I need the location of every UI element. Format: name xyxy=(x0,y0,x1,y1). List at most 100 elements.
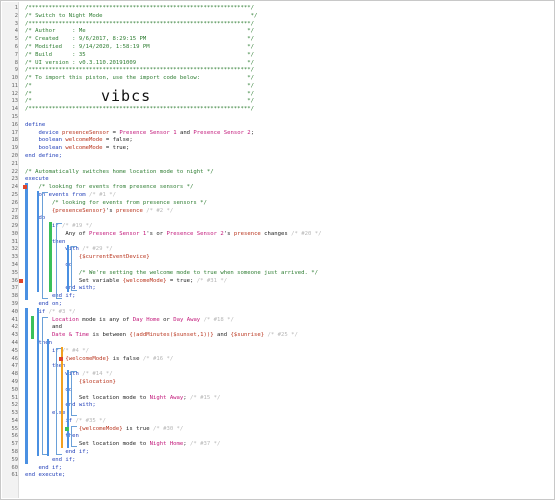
code-line: /***************************************… xyxy=(25,105,254,113)
line-number: 50 xyxy=(11,386,19,393)
line-number: 6 xyxy=(14,43,18,50)
line-number: 15 xyxy=(11,114,19,121)
code-token[interactable]: {welcomeMode} xyxy=(123,278,167,284)
on-events-bar xyxy=(37,190,39,293)
code-token: /* looking for events from presence sens… xyxy=(25,184,194,191)
else-bar xyxy=(67,416,69,449)
line-number: 25 xyxy=(11,191,19,198)
line-number: 54 xyxy=(11,417,19,424)
code-token: /* #35 */ xyxy=(75,417,106,424)
code-token[interactable]: presence xyxy=(116,208,143,214)
code-token[interactable]: Presence Sensor 2 xyxy=(166,231,223,237)
line-number: 31 xyxy=(11,238,19,245)
code-token: /* Author : Me */ xyxy=(25,28,255,35)
code-line: /***************************************… xyxy=(25,66,254,74)
condition-false-marker xyxy=(59,356,63,361)
code-token: define xyxy=(25,121,46,128)
line-number: 52 xyxy=(11,402,19,409)
code-token: /* #15 */ xyxy=(190,394,221,401)
code-line: /* UI version : v0.3.110.20191009 */ xyxy=(25,59,254,67)
code-token: /* Modified : 9/14/2020, 1:58:19 PM */ xyxy=(25,43,255,50)
condition-true-marker xyxy=(65,426,69,431)
code-token: /* #2 */ xyxy=(146,207,174,214)
line-number: 29 xyxy=(11,223,19,230)
code-token[interactable]: Day Away xyxy=(173,317,200,323)
code-token: /***************************************… xyxy=(25,67,255,74)
code-line: /* Modified : 9/14/2020, 1:58:19 PM */ xyxy=(25,43,254,51)
code-token[interactable]: Presence Sensor 1 xyxy=(119,130,176,136)
code-token: = xyxy=(109,129,120,136)
line-number: 22 xyxy=(11,168,19,175)
code-token[interactable]: Presence Sensor 1 xyxy=(89,231,146,237)
code-token: = true; xyxy=(102,145,130,152)
code-token[interactable]: welcomeMode xyxy=(65,145,102,151)
code-token: /***************************************… xyxy=(25,20,255,27)
line-number: 36 xyxy=(11,277,19,284)
code-token[interactable]: welcomeMode xyxy=(65,137,102,143)
line-number: 4 xyxy=(14,28,18,35)
line-number: 11 xyxy=(11,82,19,89)
line-number: 56 xyxy=(11,433,19,440)
code-token[interactable]: {$sunrise} xyxy=(230,332,264,338)
code-token: boolean xyxy=(25,145,66,152)
code-token[interactable]: Day Home xyxy=(133,317,160,323)
code-token: or xyxy=(159,316,174,323)
line-number: 40 xyxy=(11,308,19,315)
code-line: end define; xyxy=(25,152,62,160)
with-box xyxy=(71,246,77,292)
code-line: end if; xyxy=(25,456,76,464)
line-number: 59 xyxy=(11,456,19,463)
code-token: 's xyxy=(105,207,116,214)
code-token: ; xyxy=(250,129,255,136)
code-token: end if; xyxy=(25,464,63,471)
code-token: /* #30 */ xyxy=(152,425,184,432)
line-number: 9 xyxy=(14,67,18,74)
code-token[interactable]: {(addMinutes($sunset,1))} xyxy=(129,332,213,338)
code-token: end define; xyxy=(25,153,63,159)
code-line: /* Switch to Night Mode */ xyxy=(25,12,257,20)
code-token: on events from xyxy=(25,191,89,198)
code-token: /* Switch to Night Mode */ xyxy=(25,12,258,19)
on-events-box xyxy=(42,191,48,299)
if-box xyxy=(56,223,62,299)
code-token: 's xyxy=(223,230,234,237)
code-token[interactable]: presenceSensor xyxy=(62,130,109,136)
code-token[interactable]: presence xyxy=(234,231,261,237)
code-token: /* #1 */ xyxy=(89,191,116,198)
line-number: 33 xyxy=(11,254,19,261)
line-number: 45 xyxy=(11,347,19,354)
code-token: device xyxy=(25,129,63,136)
line-number: 27 xyxy=(11,207,19,214)
code-token: /* Automatically switches home location … xyxy=(25,168,214,175)
code-token: end on; xyxy=(25,301,63,308)
code-token: /* #16 */ xyxy=(142,355,174,362)
line-number: 17 xyxy=(11,129,19,136)
line-number: 47 xyxy=(11,363,19,370)
code-token[interactable]: Night Away xyxy=(150,395,184,401)
code-token[interactable]: Presence Sensor 2 xyxy=(193,130,250,136)
import-code[interactable]: vibcs xyxy=(101,87,151,105)
code-token[interactable]: Date & Time xyxy=(25,332,89,338)
if-true-bar xyxy=(31,315,34,339)
code-token: 's or xyxy=(146,230,167,237)
code-token: /* To import this piston, use the import… xyxy=(25,75,255,82)
code-token: = true; xyxy=(166,277,197,284)
line-number: 49 xyxy=(11,378,19,385)
code-token: /* #3 */ xyxy=(48,308,76,315)
code-token: /* #18 */ xyxy=(203,316,234,323)
line-number: 38 xyxy=(11,293,19,300)
execute-bar xyxy=(25,183,28,300)
code-line: /* Automatically switches home location … xyxy=(25,168,214,176)
line-number: 13 xyxy=(11,98,19,105)
code-token: mode is any of xyxy=(82,316,133,323)
code-line: if /* #3 */ xyxy=(25,308,76,316)
code-token[interactable]: Night Home xyxy=(150,441,184,447)
code-token: and xyxy=(213,332,231,339)
line-number: 43 xyxy=(11,332,19,339)
else-if-box xyxy=(71,425,77,448)
code-token: is false xyxy=(109,355,143,362)
code-token: is between xyxy=(89,332,130,339)
code-line: Date & Time is between {(addMinutes($sun… xyxy=(25,331,298,339)
line-number: 24 xyxy=(11,184,19,191)
code-line: /* Author : Me */ xyxy=(25,27,254,35)
